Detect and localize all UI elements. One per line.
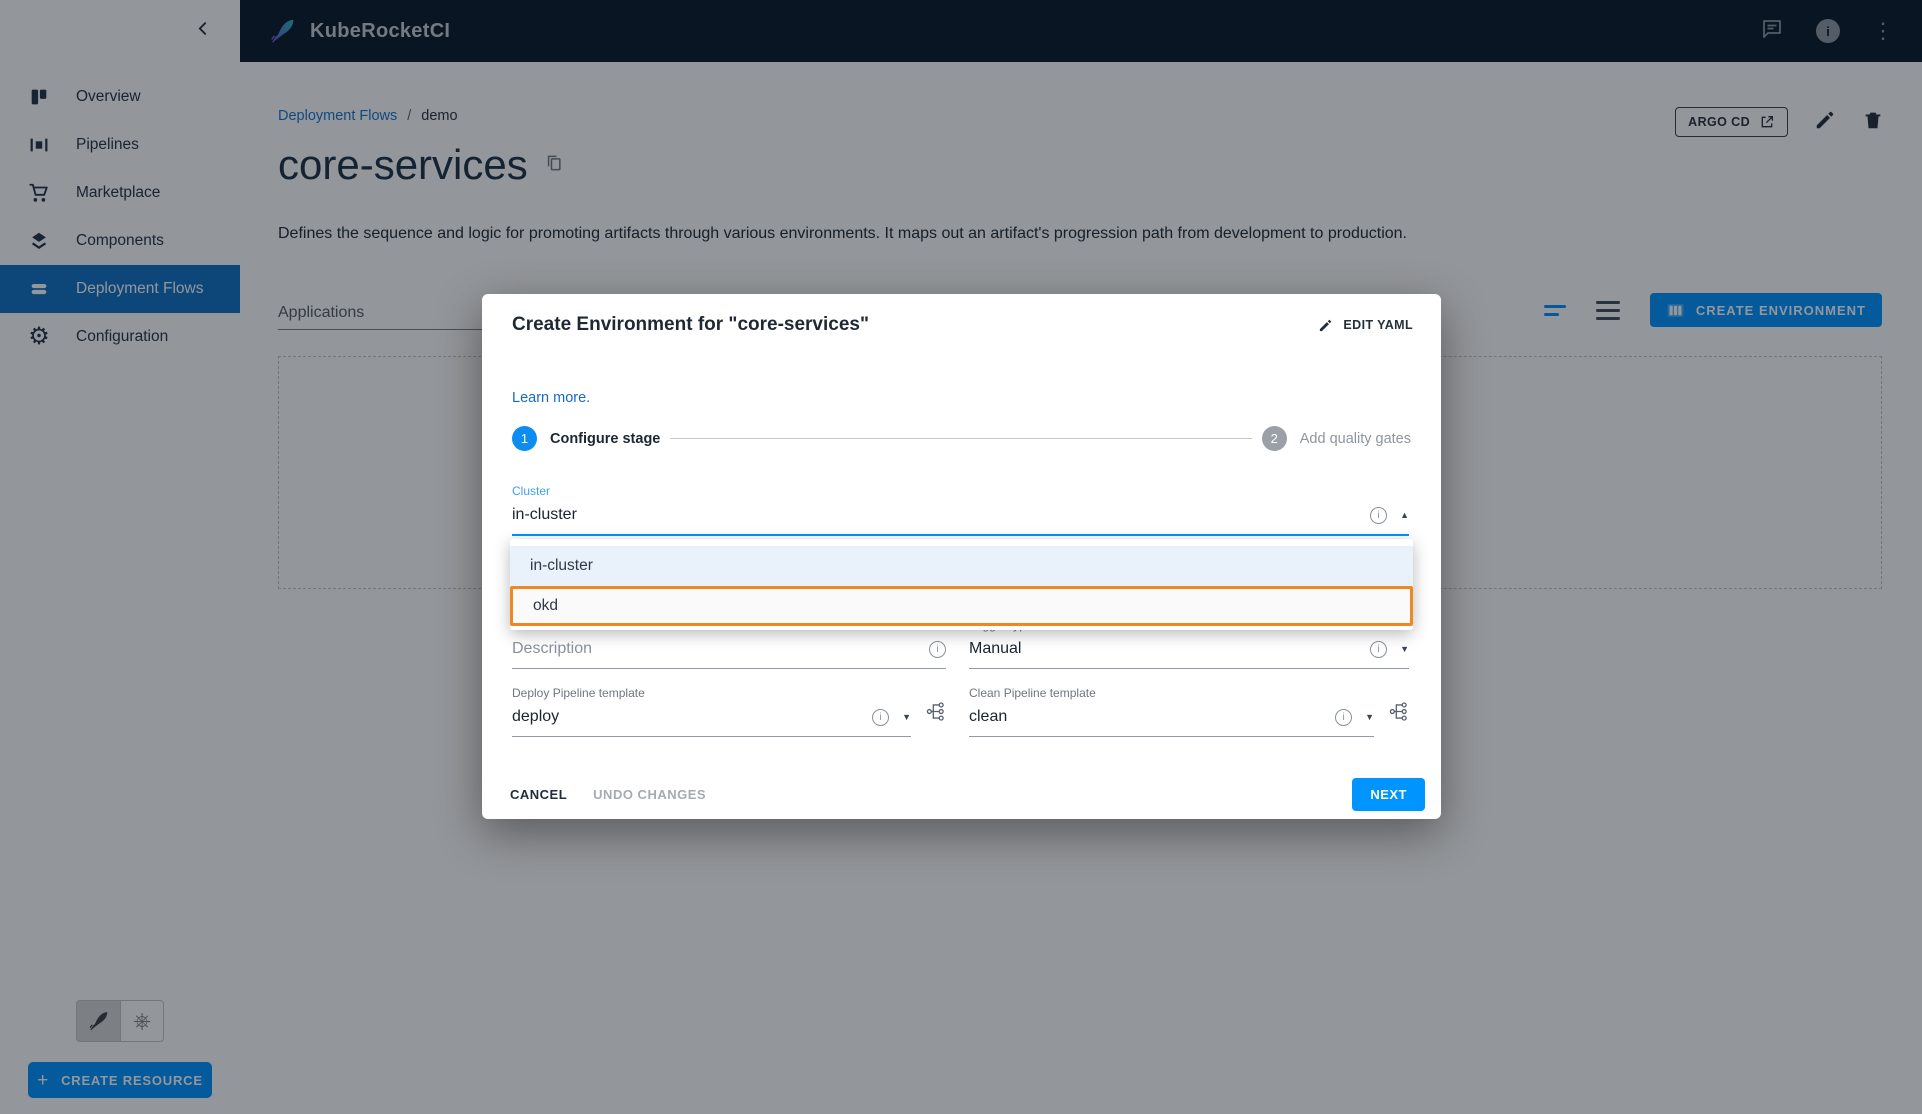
info-icon[interactable]	[872, 709, 889, 726]
edit-yaml-label: EDIT YAML	[1343, 318, 1413, 332]
cluster-value: in-cluster	[512, 506, 577, 524]
undo-changes-button[interactable]: UNDO CHANGES	[593, 787, 706, 802]
clean-template-select[interactable]: Clean Pipeline template clean ▼	[969, 686, 1374, 737]
pencil-icon	[1318, 318, 1333, 333]
view-pipeline-diagram-button[interactable]	[1388, 701, 1409, 727]
cluster-select[interactable]: Cluster in-cluster ▲	[512, 484, 1409, 536]
option-label: in-cluster	[530, 557, 593, 575]
dropdown-option-okd[interactable]: okd	[510, 586, 1413, 626]
deploy-template-select[interactable]: Deploy Pipeline template deploy ▼	[512, 686, 911, 737]
step-1-label: Configure stage	[550, 431, 660, 447]
dialog-footer: CANCEL UNDO CHANGES NEXT	[510, 778, 1425, 811]
info-icon[interactable]	[1370, 507, 1387, 524]
cluster-dropdown-menu: in-cluster okd	[510, 539, 1413, 630]
description-placeholder: Description	[512, 640, 592, 658]
info-icon[interactable]	[1370, 641, 1387, 658]
option-label: okd	[533, 597, 558, 615]
create-environment-dialog: Create Environment for "core-services" E…	[482, 294, 1441, 819]
stepper: 1 Configure stage 2 Add quality gates	[512, 426, 1411, 451]
clean-template-col: Clean Pipeline template clean ▼	[969, 686, 1409, 737]
app-window: Overview Pipelines Marketplace Component…	[0, 0, 1922, 1114]
learn-more-link[interactable]: Learn more.	[512, 390, 590, 406]
chevron-up-icon[interactable]: ▲	[1400, 511, 1409, 520]
cluster-label: Cluster	[512, 484, 1409, 498]
trigger-type-value: Manual	[969, 640, 1021, 658]
deploy-template-label: Deploy Pipeline template	[512, 686, 911, 700]
pipeline-tree-icon	[925, 701, 946, 722]
deploy-template-col: Deploy Pipeline template deploy ▼	[512, 686, 946, 737]
cancel-button[interactable]: CANCEL	[510, 787, 567, 802]
next-button[interactable]: NEXT	[1352, 778, 1425, 811]
info-icon[interactable]	[1335, 709, 1352, 726]
dialog-header: Create Environment for "core-services" E…	[512, 314, 1413, 336]
pipeline-tree-icon	[1388, 701, 1409, 722]
dialog-title: Create Environment for "core-services"	[512, 314, 869, 336]
chevron-down-icon[interactable]: ▼	[1400, 645, 1409, 654]
chevron-down-icon[interactable]: ▼	[902, 713, 911, 722]
step-1-circle: 1	[512, 426, 537, 451]
form-row-3: Deploy Pipeline template deploy ▼ Clean	[512, 686, 1409, 737]
clean-template-label: Clean Pipeline template	[969, 686, 1374, 700]
edit-yaml-button[interactable]: EDIT YAML	[1318, 318, 1413, 333]
stepper-connector	[670, 438, 1251, 439]
step-2-circle: 2	[1262, 426, 1287, 451]
deploy-template-value: deploy	[512, 708, 559, 726]
view-pipeline-diagram-button[interactable]	[925, 701, 946, 727]
clean-template-value: clean	[969, 708, 1007, 726]
dropdown-option-in-cluster[interactable]: in-cluster	[510, 546, 1413, 586]
info-icon[interactable]	[929, 641, 946, 658]
chevron-down-icon[interactable]: ▼	[1365, 713, 1374, 722]
step-2-label: Add quality gates	[1300, 431, 1411, 447]
